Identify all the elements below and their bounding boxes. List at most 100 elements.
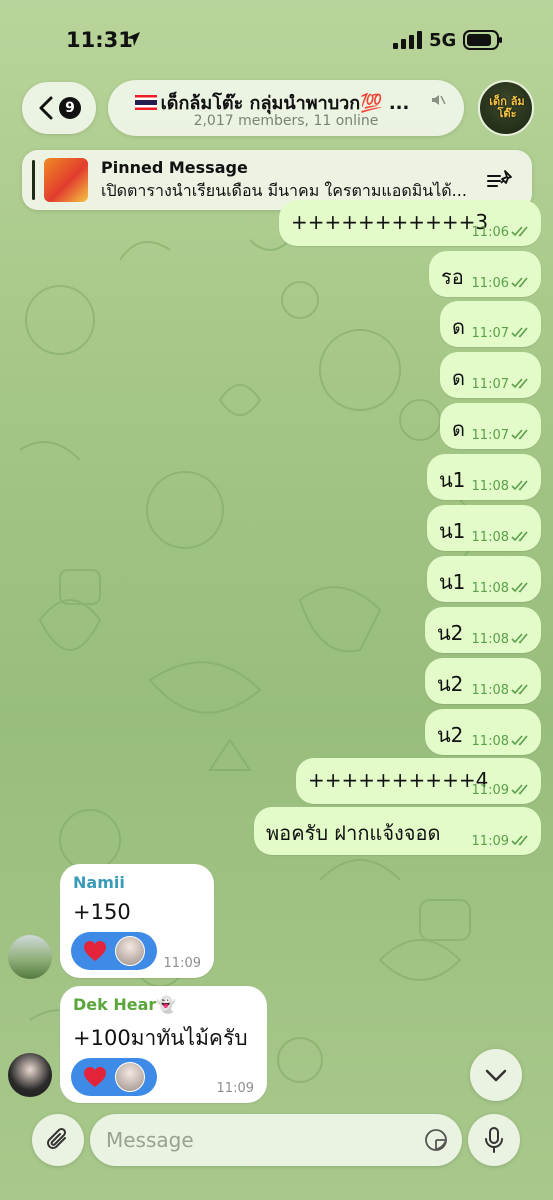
message-meta: 11:08 [472,479,531,494]
message-meta: 11:07 [472,428,531,443]
message-meta: 11:08 [472,632,531,647]
message-bubble-outgoing[interactable]: ++++++++++4 11:09 [296,758,541,804]
message-time: 11:09 [471,783,509,798]
pinned-list-icon[interactable] [486,168,514,192]
message-meta: 11:06 [472,225,531,240]
chat-subtitle: 2,017 members, 11 online [193,113,379,129]
message-meta: 11:08 [472,734,531,749]
location-arrow-icon [126,32,140,46]
read-check-icon [511,480,528,491]
group-avatar[interactable]: เด็ก ล้มโต๊ะ [478,80,534,136]
status-bar: 11:31 5G [0,0,553,82]
chat-title-pill[interactable]: เด็กล้มโต๊ะ กลุ่มนำพาบวก💯 ... 2,017 memb… [108,80,464,136]
battery-icon [463,30,502,50]
message-meta: 11:08 [472,581,531,596]
scroll-to-bottom-button[interactable] [470,1049,522,1101]
message-text: ++++++++++4 [308,768,489,792]
message-time: 11:09 [163,956,201,971]
read-check-icon [511,327,528,338]
message-meta: 11:09 [472,783,531,798]
status-time: 11:31 [66,28,133,52]
message-bubble-outgoing[interactable]: +++++++++++3 11:06 [279,200,541,246]
message-text: ด [452,417,465,441]
cellular-signal-icon [393,31,422,49]
microphone-icon [485,1127,503,1153]
message-text: +150 [73,900,131,924]
pinned-indicator [32,160,35,200]
sticker-icon[interactable] [424,1128,448,1152]
read-check-icon [511,277,528,288]
read-check-icon [511,784,528,795]
message-bubble-outgoing[interactable]: พอครับ ฝากแจ้งจอด 11:09 [254,807,541,855]
message-input-placeholder: Message [106,1128,194,1152]
message-time: 11:08 [471,632,509,647]
thai-flag-icon [134,95,157,110]
message-bubble-outgoing[interactable]: รอ 11:06 [429,251,541,297]
heart-icon [84,941,106,961]
read-check-icon [511,582,528,593]
chevron-left-icon [39,96,53,120]
message-time: 11:08 [471,530,509,545]
message-text: +++++++++++3 [291,210,489,234]
message-meta: 11:07 [472,326,531,341]
group-avatar-text: เด็ก ล้มโต๊ะ [489,95,525,120]
chevron-down-icon [485,1069,507,1082]
sender-avatar[interactable] [8,935,52,979]
message-text: +100มาทันไม้ครับ [73,1026,248,1050]
message-meta: 11:09 [472,834,531,849]
message-time: 11:06 [471,225,509,240]
message-text: ด [452,366,465,390]
chat-title-text: เด็กล้มโต๊ะ กลุ่มนำพาบวก💯 ... [160,93,410,114]
sender-name[interactable]: Namii [73,873,125,892]
reactor-avatar [115,1062,145,1092]
message-bubble-incoming[interactable]: Dek Hear👻 +100มาทันไม้ครับ 11:09 [60,986,267,1103]
back-button[interactable]: 9 [22,82,96,134]
sender-name[interactable]: Dek Hear👻 [73,995,176,1014]
message-bubble-incoming[interactable]: Namii +150 11:09 [60,864,214,978]
read-check-icon [511,684,528,695]
message-bubble-outgoing[interactable]: ด 11:07 [440,301,541,347]
message-bubble-outgoing[interactable]: น1 11:08 [427,505,541,551]
message-text: พอครับ ฝากแจ้งจอด [266,821,441,845]
message-time: 11:08 [471,581,509,596]
microphone-button[interactable] [468,1114,520,1166]
unread-count-badge: 9 [59,97,81,119]
message-time: 11:07 [471,377,509,392]
message-text: น1 [439,468,466,492]
message-time: 11:08 [471,479,509,494]
message-meta: 11:08 [472,530,531,545]
reactor-avatar [115,936,145,966]
message-bubble-outgoing[interactable]: น1 11:08 [427,454,541,500]
message-time: 11:09 [471,834,509,849]
message-meta: 11:07 [472,377,531,392]
message-bubble-outgoing[interactable]: ด 11:07 [440,403,541,449]
message-time: 11:09 [216,1081,254,1096]
message-text: น2 [437,672,464,696]
message-bubble-outgoing[interactable]: น2 11:08 [425,658,541,704]
pinned-title: Pinned Message [101,158,248,177]
read-check-icon [511,378,528,389]
message-meta: 11:08 [472,683,531,698]
pinned-thumbnail [44,158,88,202]
message-meta: 11:06 [472,276,531,291]
message-text: น2 [437,723,464,747]
muted-speaker-icon [432,95,446,105]
message-bubble-outgoing[interactable]: น2 11:08 [425,607,541,653]
paperclip-icon [47,1127,67,1149]
message-bubble-outgoing[interactable]: น2 11:08 [425,709,541,755]
message-text: รอ [441,265,464,289]
message-text: น2 [437,621,464,645]
heart-icon [84,1067,106,1087]
network-type: 5G [429,30,457,51]
reaction-chip[interactable] [71,932,157,970]
message-time: 11:07 [471,428,509,443]
attach-button[interactable] [32,1114,84,1166]
message-text: น1 [439,570,466,594]
message-input[interactable]: Message [90,1114,462,1166]
read-check-icon [511,429,528,440]
sender-avatar[interactable] [8,1053,52,1097]
reaction-chip[interactable] [71,1058,157,1096]
message-bubble-outgoing[interactable]: น1 11:08 [427,556,541,602]
message-bubble-outgoing[interactable]: ด 11:07 [440,352,541,398]
message-text: ด [452,315,465,339]
